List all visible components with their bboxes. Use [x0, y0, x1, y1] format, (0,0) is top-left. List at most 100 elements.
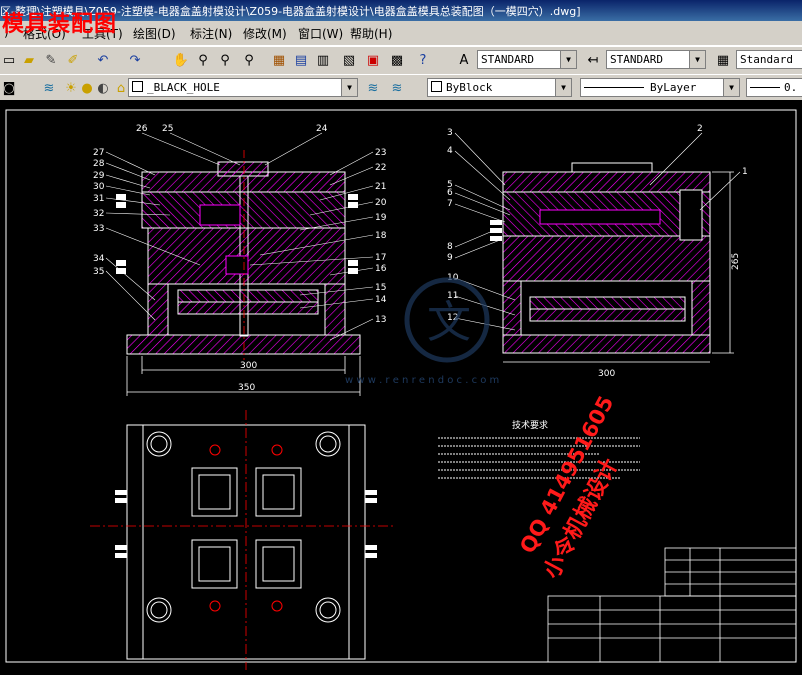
callout-8: 8: [447, 242, 453, 252]
title-block: [547, 547, 797, 663]
callout-34: 34: [93, 254, 105, 264]
menu-dimension[interactable]: 标注(N): [190, 25, 232, 42]
tech-requirements-title: 技术要求: [512, 419, 548, 431]
text-style-icon[interactable]: A: [455, 51, 473, 69]
callout-4: 4: [447, 146, 453, 156]
linetype-value: ByLayer: [650, 81, 697, 94]
dim-left-350: 350: [238, 383, 255, 393]
title-bar: 区-整理\注塑模具\Z059-注塑模-电器盒盖射模设计\Z059-电器盒盖射模设…: [0, 0, 802, 21]
tool-palette-icon[interactable]: ▥: [314, 51, 332, 69]
callout-24: 24: [316, 124, 328, 134]
drawing-svg: 300 350 27 28 29 30 31 32 33 34 35 26 25…: [5, 109, 797, 670]
callout-13: 13: [375, 315, 386, 325]
callout-22: 22: [375, 163, 386, 173]
layer-previous-icon[interactable]: ≋: [388, 79, 406, 97]
callout-28: 28: [93, 159, 105, 169]
callout-32: 32: [93, 209, 104, 219]
design-center-icon[interactable]: ▤: [292, 51, 310, 69]
left-section-view: [116, 150, 361, 360]
chevron-down-icon[interactable]: ▼: [555, 79, 571, 96]
sheet-set-icon[interactable]: ▧: [340, 51, 358, 69]
callout-23: 23: [375, 148, 386, 158]
make-current-icon[interactable]: ≋: [364, 79, 382, 97]
dim-right-265: 265: [731, 253, 741, 270]
text-style-value: STANDARD: [481, 53, 534, 66]
dim-style-icon[interactable]: ↤: [584, 51, 602, 69]
callout-29: 29: [93, 171, 105, 181]
open-icon[interactable]: ▰: [20, 51, 38, 69]
properties-icon[interactable]: ▦: [270, 51, 288, 69]
watermark-logo-glyph: 文: [427, 297, 471, 348]
markup-icon[interactable]: ▣: [364, 51, 382, 69]
layer-prev-icon[interactable]: ◙: [0, 79, 18, 97]
linetype-select[interactable]: ByLayer ▼: [580, 78, 740, 97]
undo-icon[interactable]: ↶: [94, 51, 112, 69]
pencil-icon[interactable]: ✎: [42, 51, 60, 69]
standard-toolbar: ▭ ▰ ✎ ✐ ↶ ↷ ✋ ⚲ ⚲ ⚲ ▦ ▤ ▥ ▧ ▣ ▩ ? A STAN…: [0, 46, 802, 75]
dim-style-select[interactable]: STANDARD ▼: [606, 50, 706, 69]
chevron-down-icon[interactable]: ▼: [689, 51, 705, 68]
table-style-select[interactable]: Standard: [736, 50, 802, 69]
callout-7: 7: [447, 199, 453, 209]
layer-manager-icon[interactable]: ≋: [40, 79, 58, 97]
chevron-down-icon[interactable]: ▼: [341, 79, 357, 96]
zoom-window-icon[interactable]: ⚲: [216, 51, 234, 69]
callout-25: 25: [162, 124, 173, 134]
calculator-icon[interactable]: ▩: [388, 51, 406, 69]
zoom-realtime-icon[interactable]: ⚲: [194, 51, 212, 69]
menu-bar: ) 格式(O) 工具(T) 绘图(D) 标注(N) 修改(M) 窗口(W) 帮助…: [0, 21, 802, 46]
dim-style-value: STANDARD: [610, 53, 663, 66]
callout-1: 1: [742, 167, 748, 177]
plan-view: [90, 410, 395, 670]
pan-icon[interactable]: ✋: [172, 51, 190, 69]
dim-right-300: 300: [598, 369, 615, 379]
text-style-select[interactable]: STANDARD ▼: [477, 50, 577, 69]
callout-19: 19: [375, 213, 387, 223]
table-style-icon[interactable]: ▦: [714, 51, 732, 69]
drawing-canvas[interactable]: 300 350 27 28 29 30 31 32 33 34 35 26 25…: [0, 100, 802, 675]
callout-14: 14: [375, 295, 387, 305]
callout-15: 15: [375, 283, 386, 293]
callout-31: 31: [93, 194, 104, 204]
color-select[interactable]: ByBlock ▼: [427, 78, 572, 97]
callout-2: 2: [697, 124, 703, 134]
zoom-previous-icon[interactable]: ⚲: [240, 51, 258, 69]
watermark-site: w w w . r e n r e n d o c . c o m: [345, 375, 499, 386]
callout-3: 3: [447, 128, 453, 138]
color-value: ByBlock: [446, 81, 493, 94]
callout-18: 18: [375, 231, 387, 241]
menu-window[interactable]: 窗口(W): [298, 25, 343, 42]
lineweight-select[interactable]: 0.: [746, 78, 802, 97]
callout-6: 6: [447, 188, 453, 198]
menu-draw[interactable]: 绘图(D): [133, 25, 176, 42]
callout-30: 30: [93, 182, 105, 192]
layer-value: _BLACK_HOLE: [147, 81, 220, 94]
menu-help[interactable]: 帮助(H): [350, 25, 392, 42]
right-section-view: [490, 162, 711, 354]
lineweight-value: 0.: [784, 81, 798, 94]
color-swatch: [431, 81, 442, 92]
callout-20: 20: [375, 198, 387, 208]
menu-modify[interactable]: 修改(M): [243, 25, 287, 42]
callout-26: 26: [136, 124, 148, 134]
callout-33: 33: [93, 224, 104, 234]
viewport-icon[interactable]: ◐: [94, 79, 112, 97]
dim-left-300: 300: [240, 361, 257, 371]
callout-16: 16: [375, 264, 387, 274]
layer-color-swatch: [132, 81, 143, 92]
callout-17: 17: [375, 253, 386, 263]
layer-select[interactable]: _BLACK_HOLE ▼: [128, 78, 358, 97]
callout-9: 9: [447, 253, 453, 263]
redo-icon[interactable]: ↷: [126, 51, 144, 69]
layers-toolbar: ◙ ≋ ☀ ● ◐ ⌂ _BLACK_HOLE ▼ ≋ ≋ ByBlock ▼ …: [0, 74, 802, 103]
help-icon[interactable]: ?: [414, 51, 432, 69]
callout-35: 35: [93, 267, 104, 277]
new-icon[interactable]: ▭: [0, 51, 18, 69]
callout-27: 27: [93, 148, 104, 158]
chevron-down-icon[interactable]: ▼: [723, 79, 739, 96]
brush-icon[interactable]: ✐: [64, 51, 82, 69]
table-style-value: Standard: [740, 53, 793, 66]
chevron-down-icon[interactable]: ▼: [560, 51, 576, 68]
overlay-title: 模具装配图: [2, 12, 118, 37]
linetype-line: [584, 87, 644, 88]
